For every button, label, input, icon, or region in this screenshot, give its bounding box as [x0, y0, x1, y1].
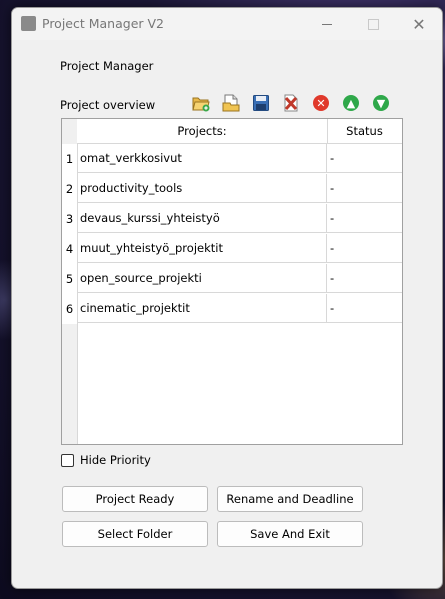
title-bar[interactable]: Project Manager V2 ✕ [12, 8, 442, 40]
row-number[interactable]: 2 [62, 174, 78, 204]
app-icon [21, 16, 36, 31]
hide-priority-option[interactable]: Hide Priority [61, 452, 151, 468]
status-cell[interactable]: - [327, 204, 402, 233]
maximize-button[interactable] [350, 8, 396, 40]
column-header-projects[interactable]: Projects: [77, 119, 328, 143]
project-cell[interactable]: open_source_projekti [77, 264, 327, 293]
close-icon: ✕ [412, 14, 426, 34]
table-row[interactable]: 4 muut_yhteistyö_projektit - [62, 234, 402, 264]
project-cell[interactable]: cinematic_projektit [77, 294, 327, 323]
project-cell[interactable]: productivity_tools [77, 174, 327, 203]
move-down-button[interactable]: ▼ [372, 94, 390, 112]
status-cell[interactable]: - [327, 264, 402, 293]
status-cell[interactable]: - [327, 144, 402, 173]
open-folder-button[interactable] [192, 94, 210, 112]
save-exit-button[interactable]: Save And Exit [217, 521, 363, 547]
column-header-status[interactable]: Status [327, 119, 402, 143]
table-row[interactable]: 3 devaus_kurssi_yhteistyö - [62, 204, 402, 234]
app-window: Project Manager V2 ✕ Project Manager Pro… [11, 7, 443, 589]
project-cell[interactable]: omat_verkkosivut [77, 144, 327, 173]
select-folder-button[interactable]: Select Folder [62, 521, 208, 547]
cancel-button[interactable]: ✕ [312, 94, 330, 112]
table-row[interactable]: 5 open_source_projekti - [62, 264, 402, 294]
hide-priority-checkbox[interactable] [61, 453, 74, 467]
status-cell[interactable]: - [327, 234, 402, 263]
save-button[interactable] [252, 94, 270, 112]
table-row[interactable]: 2 productivity_tools - [62, 174, 402, 204]
project-overview-label: Project overview [60, 98, 156, 112]
new-file-icon [222, 94, 240, 112]
move-down-icon: ▼ [373, 95, 389, 111]
minimize-icon [322, 23, 332, 25]
rename-deadline-button[interactable]: Rename and Deadline [217, 486, 363, 512]
cancel-icon: ✕ [313, 95, 329, 111]
row-number[interactable]: 3 [62, 204, 78, 234]
move-up-icon: ▲ [343, 95, 359, 111]
hide-priority-label[interactable]: Hide Priority [80, 453, 151, 467]
project-ready-button[interactable]: Project Ready [62, 486, 208, 512]
row-number[interactable]: 4 [62, 234, 78, 264]
table-row[interactable]: 1 omat_verkkosivut - [62, 144, 402, 174]
delete-icon [284, 94, 298, 112]
status-cell[interactable]: - [327, 294, 402, 323]
row-number[interactable]: 6 [62, 294, 78, 324]
project-cell[interactable]: devaus_kurssi_yhteistyö [77, 204, 327, 233]
project-cell[interactable]: muut_yhteistyö_projektit [77, 234, 327, 263]
projects-table[interactable]: Projects: Status 1 omat_verkkosivut - 2 … [61, 118, 403, 445]
row-number[interactable]: 1 [62, 144, 78, 174]
maximize-icon [367, 18, 379, 30]
window-title: Project Manager V2 [42, 16, 165, 31]
save-icon [253, 95, 269, 111]
new-file-button[interactable] [222, 94, 240, 112]
table-header: Projects: Status [77, 119, 402, 144]
close-button[interactable]: ✕ [396, 8, 442, 40]
status-cell[interactable]: - [327, 174, 402, 203]
open-folder-icon [192, 97, 210, 112]
minimize-button[interactable] [304, 8, 350, 40]
table-row[interactable]: 6 cinematic_projektit - [62, 294, 402, 324]
row-number[interactable]: 5 [62, 264, 78, 294]
project-manager-label: Project Manager [60, 59, 154, 73]
move-up-button[interactable]: ▲ [342, 94, 360, 112]
delete-button[interactable] [282, 94, 300, 112]
